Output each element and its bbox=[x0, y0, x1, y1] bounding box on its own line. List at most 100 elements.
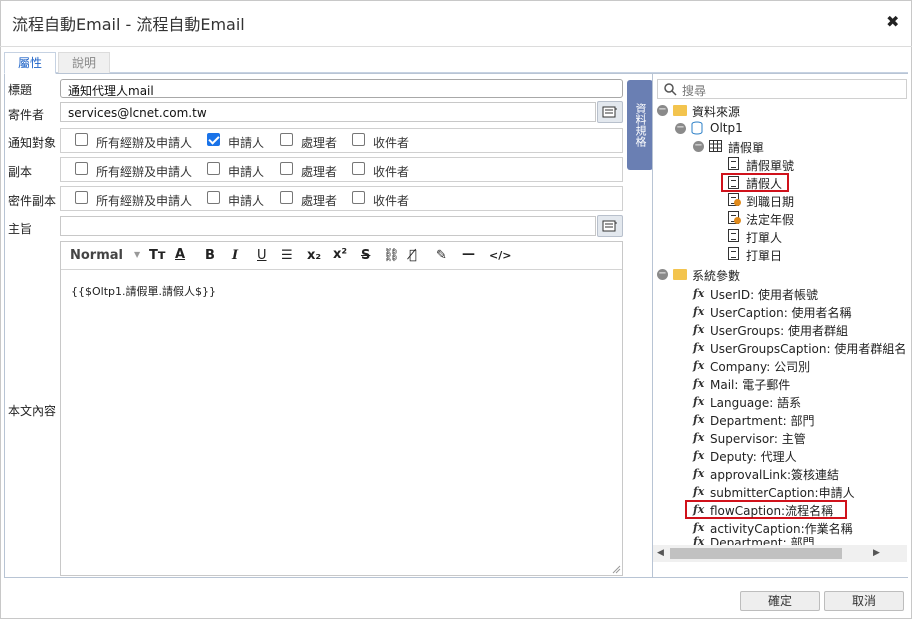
collapse-icon[interactable]: − bbox=[657, 105, 668, 116]
text-size-icon[interactable]: Tт bbox=[149, 248, 165, 263]
topic-picker-button[interactable] bbox=[597, 215, 623, 237]
editor-content[interactable]: {{$Oltp1.請假單.請假人$}} bbox=[71, 283, 216, 299]
collapse-icon[interactable]: − bbox=[675, 123, 686, 134]
scroll-left-icon[interactable]: ◀ bbox=[657, 548, 664, 558]
code-icon[interactable]: </> bbox=[489, 249, 511, 262]
tree-field-created-date[interactable]: 打單日 bbox=[746, 247, 782, 264]
function-icon: fx bbox=[693, 377, 705, 390]
bcc-checkbox-handler[interactable] bbox=[280, 191, 293, 204]
scrollbar-thumb[interactable] bbox=[670, 548, 842, 559]
subject-input[interactable]: 通知代理人mail bbox=[60, 79, 623, 98]
editor-toolbar: Normal ▼ Tт A B I U ☰ x₂ x² S ⛓ ⛓̸ ✎ — <… bbox=[61, 242, 622, 270]
unlink-icon[interactable]: ⛓̸ bbox=[409, 248, 417, 263]
format-select[interactable]: Normal bbox=[70, 248, 123, 263]
tree-param-flowcaption[interactable]: flowCaption:流程名稱 bbox=[710, 502, 833, 519]
tree-param-department[interactable]: Department: 部門 bbox=[710, 412, 814, 429]
tree-node-sysparams[interactable]: 系統參數 bbox=[692, 267, 740, 284]
subscript-icon[interactable]: x₂ bbox=[307, 248, 321, 263]
bcc-option-handler: 處理者 bbox=[301, 194, 338, 208]
italic-icon[interactable]: I bbox=[232, 248, 238, 263]
function-icon: fx bbox=[693, 323, 705, 336]
close-icon[interactable]: ✖ bbox=[886, 12, 899, 31]
superscript-icon[interactable]: x² bbox=[333, 247, 347, 262]
notify-label: 通知對象 bbox=[8, 136, 57, 150]
tree-field-annual-leave[interactable]: 法定年假 bbox=[746, 211, 794, 228]
body-label: 本文內容 bbox=[8, 404, 57, 418]
cc-checkbox-handler[interactable] bbox=[280, 162, 293, 175]
notify-checkbox-all[interactable] bbox=[75, 133, 88, 146]
font-color-icon[interactable]: A bbox=[175, 247, 185, 262]
horizontal-rule-icon[interactable]: — bbox=[462, 247, 475, 262]
tree-param-usergroupscaption[interactable]: UserGroupsCaption: 使用者群組名 bbox=[710, 340, 906, 357]
dialog-title: 流程自動Email - 流程自動Email bbox=[12, 15, 245, 34]
bcc-checkbox-all[interactable] bbox=[75, 191, 88, 204]
tree-node-table[interactable]: 請假單 bbox=[728, 139, 764, 156]
tree-field-applicant[interactable]: 請假人 bbox=[746, 175, 782, 192]
tree-node-oltp[interactable]: Oltp1 bbox=[710, 121, 743, 135]
link-icon[interactable]: ⛓ bbox=[383, 248, 400, 263]
cc-option-recipient: 收件者 bbox=[373, 165, 410, 179]
tree-param-supervisor[interactable]: Supervisor: 主管 bbox=[710, 430, 806, 447]
topic-input[interactable] bbox=[60, 216, 596, 236]
function-icon: fx bbox=[693, 521, 705, 534]
tree-param-usercaption[interactable]: UserCaption: 使用者名稱 bbox=[710, 304, 852, 321]
tree-clip: fx Department: 部門 bbox=[653, 535, 907, 545]
sender-label: 寄件者 bbox=[8, 108, 45, 122]
tree-field-creator[interactable]: 打單人 bbox=[746, 229, 782, 246]
function-icon: fx bbox=[693, 449, 705, 462]
ok-button[interactable]: 確定 bbox=[740, 591, 820, 611]
cancel-button[interactable]: 取消 bbox=[824, 591, 904, 611]
cc-option-all: 所有經辦及申請人 bbox=[96, 165, 193, 179]
notify-option-recipient: 收件者 bbox=[373, 136, 410, 150]
function-icon: fx bbox=[693, 305, 705, 318]
field-icon bbox=[728, 176, 739, 189]
collapse-icon[interactable]: − bbox=[657, 269, 668, 280]
cc-checkbox-all[interactable] bbox=[75, 162, 88, 175]
cc-checkbox-applicant[interactable] bbox=[207, 162, 220, 175]
bcc-checkbox-recipient[interactable] bbox=[352, 191, 365, 204]
tab-bar bbox=[4, 52, 908, 73]
gear-icon bbox=[734, 217, 741, 224]
function-icon: fx bbox=[693, 431, 705, 444]
tree-param-deputy[interactable]: Deputy: 代理人 bbox=[710, 448, 797, 465]
tab-description[interactable]: 說明 bbox=[58, 52, 110, 74]
function-icon: fx bbox=[693, 485, 705, 498]
function-icon: fx bbox=[693, 341, 705, 354]
tree-param-mail[interactable]: Mail: 電子郵件 bbox=[710, 376, 790, 393]
cc-checkbox-recipient[interactable] bbox=[352, 162, 365, 175]
tree-horizontal-scrollbar[interactable]: ◀ ▶ bbox=[653, 545, 907, 562]
tree-param-approvallink[interactable]: approvalLink:簽核連結 bbox=[710, 466, 839, 483]
tree-field-onboard-date[interactable]: 到職日期 bbox=[746, 193, 794, 210]
sender-input[interactable]: services@lcnet.com.tw bbox=[60, 102, 596, 122]
bcc-label: 密件副本 bbox=[8, 194, 57, 208]
notify-checkbox-applicant[interactable] bbox=[207, 133, 220, 146]
collapse-icon[interactable]: − bbox=[693, 141, 704, 152]
topic-label: 主旨 bbox=[8, 222, 33, 236]
data-spec-tab[interactable]: 資料規格 bbox=[627, 80, 653, 170]
tree-param-userid[interactable]: UserID: 使用者帳號 bbox=[710, 286, 818, 303]
tree-param-language[interactable]: Language: 語系 bbox=[710, 394, 801, 411]
tree-param-usergroups[interactable]: UserGroups: 使用者群組 bbox=[710, 322, 848, 339]
tree-param-company[interactable]: Company: 公司別 bbox=[710, 358, 810, 375]
tree-field-leave-no[interactable]: 請假單號 bbox=[746, 157, 794, 174]
highlight-icon[interactable]: ✎ bbox=[436, 248, 447, 263]
tab-properties[interactable]: 屬性 bbox=[4, 52, 56, 74]
bold-icon[interactable]: B bbox=[205, 248, 215, 263]
scroll-right-icon[interactable]: ▶ bbox=[873, 548, 880, 558]
underline-icon[interactable]: U bbox=[257, 248, 267, 263]
notify-checkbox-recipient[interactable] bbox=[352, 133, 365, 146]
tree-param-department-2[interactable]: Department: 部門 bbox=[710, 535, 814, 545]
tree-node-datasource[interactable]: 資料來源 bbox=[692, 103, 740, 120]
rich-text-editor: Normal ▼ Tт A B I U ☰ x₂ x² S ⛓ ⛓̸ ✎ — <… bbox=[60, 241, 623, 576]
resize-handle-icon[interactable] bbox=[612, 565, 621, 574]
tree-param-submittercaption[interactable]: submitterCaption:申請人 bbox=[710, 484, 855, 501]
list-icon[interactable]: ☰ bbox=[281, 248, 293, 263]
notify-option-handler: 處理者 bbox=[301, 136, 338, 150]
strikethrough-icon[interactable]: S bbox=[361, 248, 370, 263]
chevron-down-icon: ▼ bbox=[134, 250, 141, 259]
function-icon: fx bbox=[693, 467, 705, 480]
tree-search[interactable]: 搜尋 bbox=[657, 79, 907, 99]
sender-picker-button[interactable] bbox=[597, 101, 623, 123]
notify-checkbox-handler[interactable] bbox=[280, 133, 293, 146]
bcc-checkbox-applicant[interactable] bbox=[207, 191, 220, 204]
